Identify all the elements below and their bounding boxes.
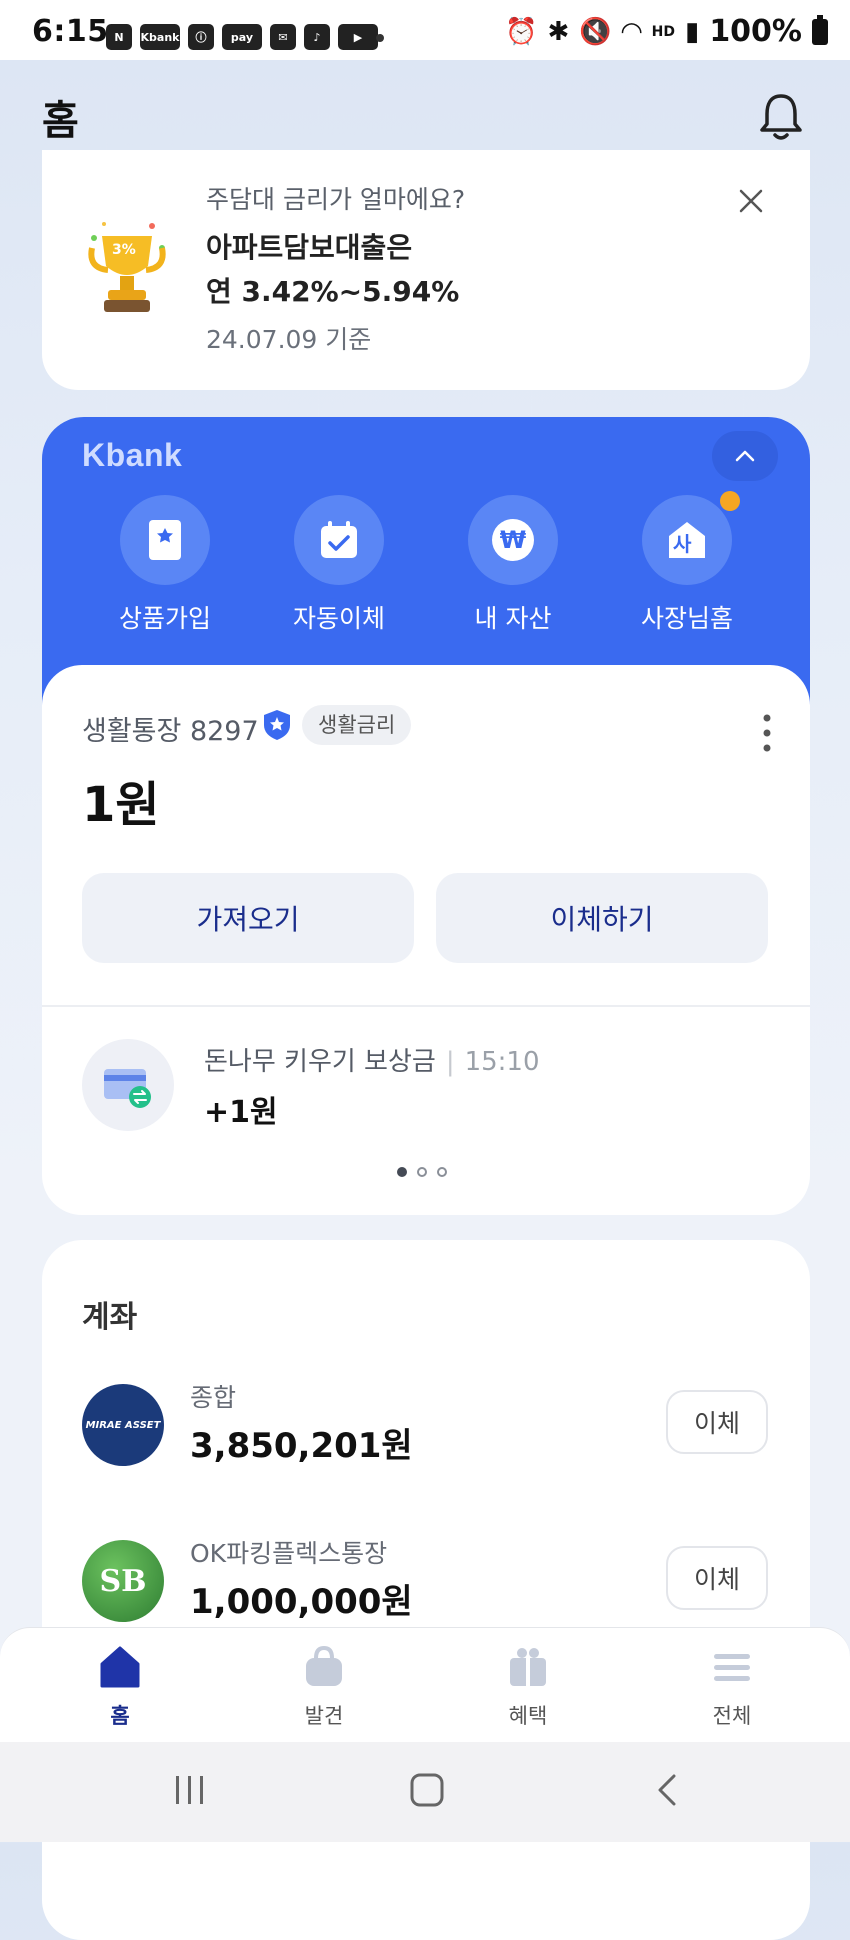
carousel-pagination xyxy=(397,1167,447,1177)
page-dot xyxy=(417,1167,427,1177)
won-glyph: ₩ xyxy=(492,519,534,561)
transaction-amount: +1원 xyxy=(204,1095,278,1130)
quick-action-label: 자동이체 xyxy=(292,604,385,633)
close-icon[interactable] xyxy=(736,186,766,216)
naver-icon: N xyxy=(106,24,132,50)
alarm-icon: ⏰ xyxy=(505,16,538,47)
quick-action-label: 상품가입 xyxy=(118,604,211,633)
divider xyxy=(42,1005,810,1007)
notification-icons: N Kbank ⓘ pay ✉ ♪ ▶ xyxy=(106,24,378,50)
nav-home[interactable]: 홈 xyxy=(50,1644,190,1730)
notification-dot xyxy=(720,491,740,511)
kbank-icon: Kbank xyxy=(140,24,180,50)
transaction-time: 15:10 xyxy=(464,1047,540,1077)
list-item[interactable]: MIRAE ASSET 종합 3,850,201원 이체 xyxy=(42,1383,810,1484)
transaction-card-icon xyxy=(82,1039,174,1131)
quick-action-label: 내 자산 xyxy=(474,604,552,633)
auto-transfer-icon xyxy=(294,495,384,585)
quick-action-product-signup[interactable]: 상품가입 xyxy=(95,495,235,635)
youtube-icon: ▶ xyxy=(338,24,378,50)
banner-headline-line1: 아파트담보대출은 xyxy=(206,231,413,264)
account-tag[interactable]: 생활금리 xyxy=(302,705,412,745)
battery-percent: 100% xyxy=(709,14,802,49)
banner-headline: 아파트담보대출은 연 3.42%~5.94% xyxy=(206,226,459,314)
bluetooth-icon: ✱ xyxy=(547,16,570,47)
nav-label: 홈 xyxy=(110,1704,130,1728)
nav-all[interactable]: 전체 xyxy=(662,1644,802,1730)
more-notifications-dot xyxy=(376,34,384,42)
list-item[interactable]: SB OK파킹플렉스통장 1,000,000원 이체 xyxy=(42,1539,810,1640)
recent-apps-icon[interactable] xyxy=(172,1772,208,1812)
nav-label: 발견 xyxy=(304,1704,344,1728)
signal-icon: ▮ xyxy=(685,16,700,47)
mail-icon: ✉ xyxy=(270,24,296,50)
menu-icon xyxy=(714,1654,750,1681)
system-navigation-bar xyxy=(0,1742,850,1842)
hd-voice-label: HD xyxy=(651,23,675,40)
account-amount: 3,850,201원 xyxy=(190,1426,413,1466)
account-name: 생활통장 8297 xyxy=(82,716,259,747)
bottom-navigation: 홈 발견 혜택 전체 xyxy=(0,1627,850,1743)
back-icon[interactable] xyxy=(650,1772,686,1812)
transaction-title-text: 돈나무 키우기 보상금 xyxy=(204,1047,436,1077)
page-title: 홈 xyxy=(42,98,79,144)
shield-star-icon xyxy=(262,709,292,741)
banner-date: 24.07.09 기준 xyxy=(206,325,372,354)
main-account-card[interactable]: 생활통장 8297 생활금리 1원 가져오기 이체하기 돈나무 키우기 보상금 |… xyxy=(42,665,810,1215)
account-amount: 1,000,000원 xyxy=(190,1582,413,1622)
app-icon: ⓘ xyxy=(188,24,214,50)
my-assets-icon: ₩ xyxy=(468,495,558,585)
boss-home-glyph: 사 xyxy=(673,532,692,556)
collapse-button[interactable] xyxy=(712,431,778,481)
transfer-button[interactable]: 이체 xyxy=(666,1390,768,1454)
transfer-button[interactable]: 이체하기 xyxy=(436,873,768,963)
boss-home-icon: 사 xyxy=(642,491,740,585)
trophy-icon: 3% xyxy=(82,218,172,318)
logo-text: MIRAE ASSET xyxy=(85,1419,161,1431)
status-time: 6:15 xyxy=(32,14,109,49)
banner-headline-line2: 연 3.42%~5.94% xyxy=(206,275,460,308)
banner-question: 주담대 금리가 얼마에요? xyxy=(206,185,466,214)
loan-rate-banner[interactable]: 3% 주담대 금리가 얼마에요? 아파트담보대출은 연 3.42%~5.94% … xyxy=(42,150,810,390)
status-bar: 6:15 N Kbank ⓘ pay ✉ ♪ ▶ ⏰ ✱ 🔇 ◠ HD ▮ 10… xyxy=(0,0,850,60)
transaction-title: 돈나무 키우기 보상금 | 15:10 xyxy=(204,1047,540,1077)
wifi-icon: ◠ xyxy=(621,16,642,47)
quick-action-my-assets[interactable]: ₩ 내 자산 xyxy=(443,495,583,635)
trophy-badge-text: 3% xyxy=(112,242,136,258)
chevron-up-icon xyxy=(735,450,755,462)
battery-icon xyxy=(812,14,828,45)
nav-label: 전체 xyxy=(712,1704,752,1728)
pay-icon: pay xyxy=(222,24,262,50)
logo-text: SB xyxy=(99,1563,147,1599)
bring-money-button[interactable]: 가져오기 xyxy=(82,873,414,963)
nav-label: 혜택 xyxy=(508,1704,548,1728)
page-dot-active xyxy=(397,1167,407,1177)
quick-action-boss-home[interactable]: 사 사장님홈 xyxy=(617,491,757,635)
quick-action-label: 사장님홈 xyxy=(640,604,733,633)
mirae-asset-logo: MIRAE ASSET xyxy=(82,1384,164,1466)
accounts-title: 계좌 xyxy=(82,1300,138,1335)
home-button-icon[interactable] xyxy=(409,1772,445,1812)
account-balance: 1원 xyxy=(82,777,160,833)
kbank-logo: Kbank xyxy=(82,437,183,473)
system-icons: ⏰ ✱ 🔇 ◠ HD ▮ 100% xyxy=(505,14,828,49)
transfer-button[interactable]: 이체 xyxy=(666,1546,768,1610)
shopping-bag-icon xyxy=(306,1645,342,1686)
mute-icon: 🔇 xyxy=(579,16,612,47)
nav-discover[interactable]: 발견 xyxy=(254,1644,394,1730)
more-options-icon[interactable] xyxy=(762,713,772,753)
bell-icon[interactable] xyxy=(758,92,804,142)
account-type: 종합 xyxy=(190,1383,237,1412)
sb-bank-logo: SB xyxy=(82,1540,164,1622)
product-signup-icon xyxy=(120,495,210,585)
home-icon xyxy=(100,1646,140,1688)
page-dot xyxy=(437,1167,447,1177)
nav-benefits[interactable]: 혜택 xyxy=(458,1644,598,1730)
quick-action-auto-transfer[interactable]: 자동이체 xyxy=(269,495,409,635)
account-type: OK파킹플렉스통장 xyxy=(190,1539,388,1568)
music-icon: ♪ xyxy=(304,24,330,50)
gift-icon xyxy=(510,1648,546,1686)
